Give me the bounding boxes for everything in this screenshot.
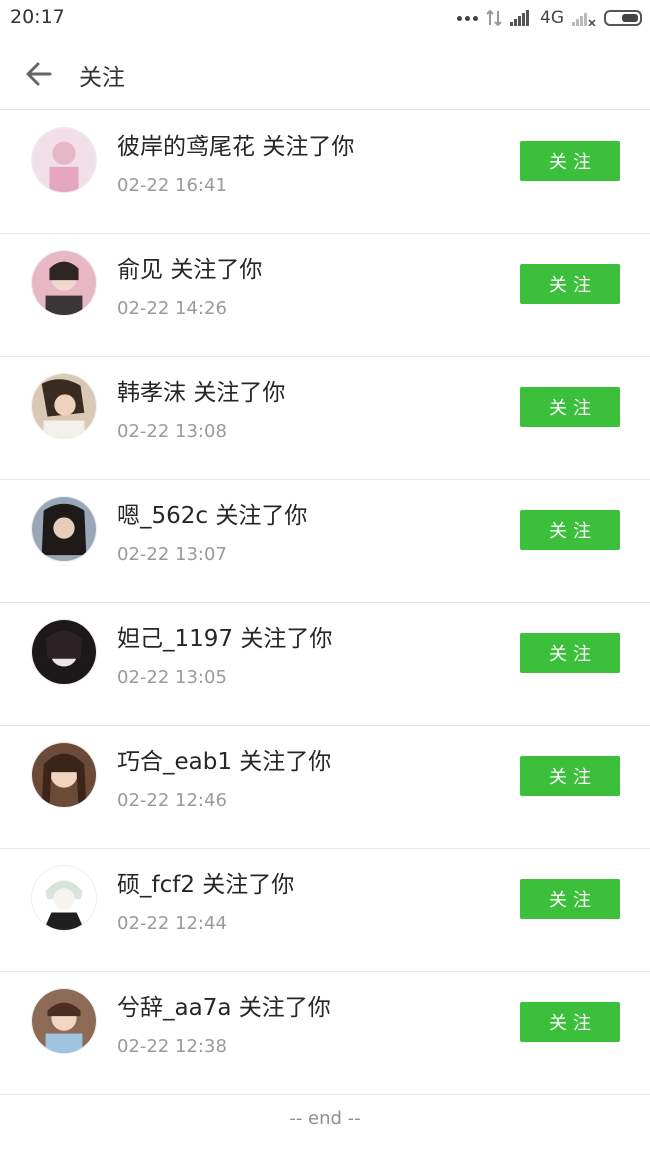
list-item[interactable]: 俞见 关注了你 02-22 14:26 关注 <box>0 234 650 357</box>
list-item[interactable]: 巧合_eab1 关注了你 02-22 12:46 关注 <box>0 726 650 849</box>
follow-action: 关注了你 <box>239 749 332 775</box>
status-time: 20:17 <box>10 6 65 28</box>
follow-action: 关注了你 <box>170 257 263 283</box>
follow-notice: 巧合_eab1 关注了你 <box>117 742 331 776</box>
follow-button[interactable]: 关注 <box>520 141 620 181</box>
avatar[interactable] <box>31 250 97 316</box>
follower-name: 硕_fcf2 <box>117 872 195 898</box>
follow-time: 02-22 13:07 <box>117 544 227 565</box>
follow-notice: 兮辞_aa7a 关注了你 <box>117 988 331 1022</box>
follow-action: 关注了你 <box>262 134 355 160</box>
status-icons: 4G <box>457 6 642 30</box>
follow-button[interactable]: 关注 <box>520 1002 620 1042</box>
follow-button[interactable]: 关注 <box>520 756 620 796</box>
follower-name: 巧合_eab1 <box>117 749 232 775</box>
follower-name: 俞见 <box>117 257 163 283</box>
follower-name: 妲己_1197 <box>117 626 234 652</box>
list-item[interactable]: 妲己_1197 关注了你 02-22 13:05 关注 <box>0 603 650 726</box>
page-title: 关注 <box>79 65 125 91</box>
list-item[interactable]: 硕_fcf2 关注了你 02-22 12:44 关注 <box>0 849 650 972</box>
follower-name: 嗯_562c <box>117 503 209 529</box>
signal-icon <box>510 10 532 26</box>
more-dots-icon <box>457 15 478 21</box>
list-item[interactable]: 嗯_562c 关注了你 02-22 13:07 关注 <box>0 480 650 603</box>
follow-button[interactable]: 关注 <box>520 264 620 304</box>
follower-name: 韩孝沫 <box>117 380 186 406</box>
follow-list: 彼岸的鸢尾花 关注了你 02-22 16:41 关注 俞见 关注了你 02-22… <box>0 111 650 1095</box>
follow-time: 02-22 16:41 <box>117 175 227 196</box>
follow-button[interactable]: 关注 <box>520 387 620 427</box>
follow-button[interactable]: 关注 <box>520 510 620 550</box>
follow-time: 02-22 14:26 <box>117 298 227 319</box>
list-item[interactable]: 兮辞_aa7a 关注了你 02-22 12:38 关注 <box>0 972 650 1095</box>
follow-notice: 嗯_562c 关注了你 <box>117 496 307 530</box>
list-end-marker: -- end -- <box>289 1108 361 1129</box>
follow-time: 02-22 12:46 <box>117 790 227 811</box>
follow-time: 02-22 13:05 <box>117 667 227 688</box>
follow-notice: 彼岸的鸢尾花 关注了你 <box>117 127 354 161</box>
follow-notice: 韩孝沫 关注了你 <box>117 373 285 407</box>
follow-action: 关注了你 <box>215 503 308 529</box>
avatar[interactable] <box>31 988 97 1054</box>
follow-time: 02-22 13:08 <box>117 421 227 442</box>
follow-action: 关注了你 <box>238 995 331 1021</box>
app-bar: 关注 <box>0 36 650 110</box>
status-bar: 20:17 4G <box>0 0 650 36</box>
arrow-left-icon <box>26 62 52 86</box>
back-button[interactable] <box>20 56 56 92</box>
follow-action: 关注了你 <box>240 626 333 652</box>
follow-notice: 硕_fcf2 关注了你 <box>117 865 294 899</box>
data-transfer-icon <box>486 9 502 27</box>
avatar[interactable] <box>31 127 97 193</box>
network-label: 4G <box>540 8 564 28</box>
avatar[interactable] <box>31 865 97 931</box>
follow-time: 02-22 12:44 <box>117 913 227 934</box>
avatar[interactable] <box>31 496 97 562</box>
follow-action: 关注了你 <box>202 872 295 898</box>
follow-button[interactable]: 关注 <box>520 633 620 673</box>
follow-button[interactable]: 关注 <box>520 879 620 919</box>
follower-name: 彼岸的鸢尾花 <box>117 134 255 160</box>
list-item[interactable]: 彼岸的鸢尾花 关注了你 02-22 16:41 关注 <box>0 111 650 234</box>
list-item[interactable]: 韩孝沫 关注了你 02-22 13:08 关注 <box>0 357 650 480</box>
follower-name: 兮辞_aa7a <box>117 995 232 1021</box>
follow-time: 02-22 12:38 <box>117 1036 227 1057</box>
battery-icon <box>604 10 642 26</box>
signal-weak-icon <box>572 10 596 26</box>
follow-action: 关注了你 <box>193 380 286 406</box>
follow-notice: 俞见 关注了你 <box>117 250 262 284</box>
avatar[interactable] <box>31 373 97 439</box>
avatar[interactable] <box>31 742 97 808</box>
avatar[interactable] <box>31 619 97 685</box>
follow-notice: 妲己_1197 关注了你 <box>117 619 332 653</box>
